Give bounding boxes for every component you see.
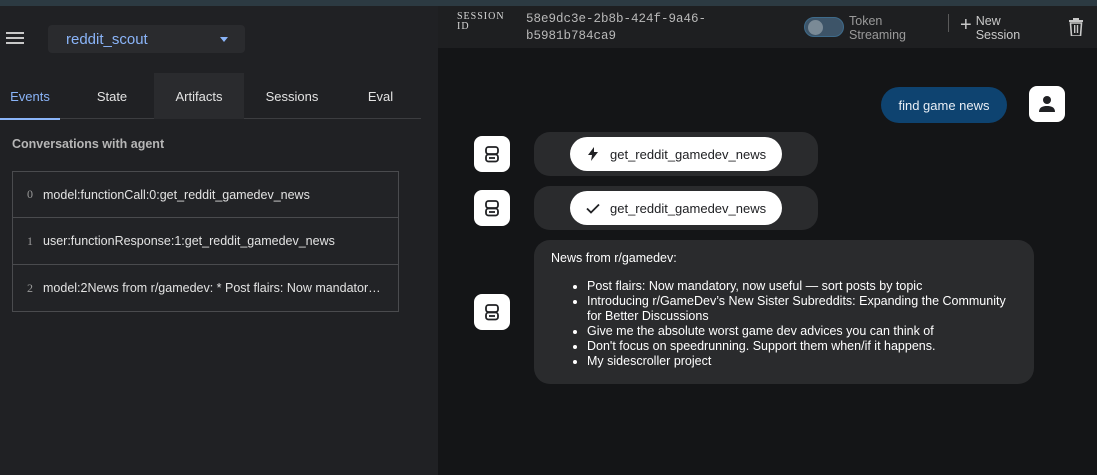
agent-avatar xyxy=(474,136,510,172)
news-item: Don't focus on speedrunning. Support the… xyxy=(587,339,1017,354)
tab-bar: Events State Artifacts Sessions Eval xyxy=(0,73,421,120)
response-header: News from r/gamedev: xyxy=(551,251,677,265)
event-text: model:2News from r/gamedev: * Post flair… xyxy=(43,281,383,295)
session-id-value: 58e9dc3e-2b8b-424f-9a46-b5981b784ca9 xyxy=(526,12,707,43)
session-header: SESSION ID 58e9dc3e-2b8b-424f-9a46-b5981… xyxy=(438,6,1097,48)
robot-icon xyxy=(485,304,499,321)
session-id-label: SESSION ID xyxy=(457,11,505,32)
news-item: My sidescroller project xyxy=(587,354,1017,369)
header-divider xyxy=(948,14,949,32)
event-text: user:functionResponse:1:get_reddit_gamed… xyxy=(43,234,335,248)
agent-response-card: News from r/gamedev: Post flairs: Now ma… xyxy=(534,240,1034,384)
function-call-card: get_reddit_gamedev_news xyxy=(534,132,818,176)
caret-down-icon xyxy=(220,37,228,42)
function-call-name: get_reddit_gamedev_news xyxy=(610,146,767,162)
token-streaming-toggle[interactable] xyxy=(804,17,844,37)
robot-icon xyxy=(485,200,499,217)
tab-artifacts[interactable]: Artifacts xyxy=(154,73,244,119)
bolt-icon xyxy=(586,147,600,161)
new-session-button[interactable]: + New Session xyxy=(960,14,1026,42)
function-response-card: get_reddit_gamedev_news xyxy=(534,186,818,230)
trash-icon[interactable] xyxy=(1068,18,1084,36)
new-session-label: New Session xyxy=(975,14,1021,42)
event-index: 1 xyxy=(27,233,33,248)
conversations-title: Conversations with agent xyxy=(12,137,165,151)
toggle-knob xyxy=(808,20,823,35)
app-select-value: reddit_scout xyxy=(66,30,148,48)
user-message-bubble: find game news xyxy=(881,87,1007,123)
tab-state[interactable]: State xyxy=(70,73,154,119)
event-text: model:functionCall:0:get_reddit_gamedev_… xyxy=(43,187,310,202)
event-index: 2 xyxy=(27,280,33,295)
agent-avatar xyxy=(474,294,510,330)
function-response-chip[interactable]: get_reddit_gamedev_news xyxy=(570,191,782,225)
token-streaming-label: Token Streaming xyxy=(849,14,906,42)
event-row[interactable]: 0 model:functionCall:0:get_reddit_gamede… xyxy=(12,171,399,218)
function-call-chip[interactable]: get_reddit_gamedev_news xyxy=(570,137,782,171)
news-item: Introducing r/GameDev’s New Sister Subre… xyxy=(587,294,1017,324)
agent-avatar xyxy=(474,190,510,226)
tab-eval[interactable]: Eval xyxy=(340,73,421,119)
menu-icon[interactable] xyxy=(6,32,24,46)
news-item: Post flairs: Now mandatory, now useful —… xyxy=(587,279,1017,294)
event-row[interactable]: 2 model:2News from r/gamedev: * Post fla… xyxy=(12,265,399,312)
robot-icon xyxy=(485,146,499,163)
event-list: 0 model:functionCall:0:get_reddit_gamede… xyxy=(12,171,399,312)
tab-sessions[interactable]: Sessions xyxy=(244,73,340,119)
side-panel: reddit_scout Events State Artifacts Sess… xyxy=(0,6,438,475)
app-select[interactable]: reddit_scout xyxy=(48,25,245,53)
user-avatar xyxy=(1029,86,1065,122)
function-response-name: get_reddit_gamedev_news xyxy=(610,200,767,216)
event-row[interactable]: 1 user:functionResponse:1:get_reddit_gam… xyxy=(12,218,399,265)
news-list: Post flairs: Now mandatory, now useful —… xyxy=(551,279,1017,369)
chat-panel: SESSION ID 58e9dc3e-2b8b-424f-9a46-b5981… xyxy=(438,6,1097,475)
tab-events[interactable]: Events xyxy=(0,73,60,120)
check-icon xyxy=(586,203,600,214)
plus-icon: + xyxy=(960,14,972,36)
news-item: Give me the absolute worst game dev advi… xyxy=(587,324,1017,339)
person-icon xyxy=(1039,96,1055,112)
event-index: 0 xyxy=(27,187,33,201)
